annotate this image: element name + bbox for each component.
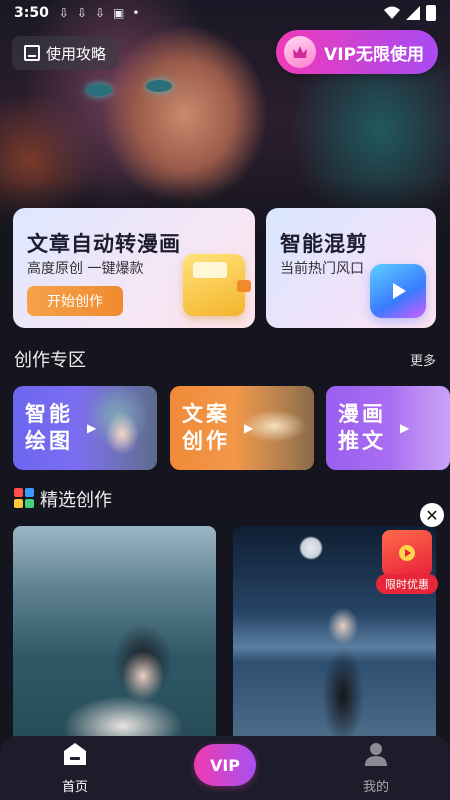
nav-home[interactable]: 首页 <box>35 736 115 800</box>
tile-smart-drawing[interactable]: 智能绘图 ▶ <box>13 386 157 470</box>
featured-title: 精选创作 <box>40 490 112 511</box>
status-time: 3:50 <box>14 5 49 21</box>
smart-remix-card[interactable]: 智能混剪 当前热门风口 <box>266 208 436 328</box>
home-icon <box>64 743 86 765</box>
grid-square <box>14 499 23 508</box>
grid-square <box>25 488 34 497</box>
wifi-icon <box>384 6 400 19</box>
card-title: 智能混剪 <box>280 232 368 256</box>
article-to-comic-card[interactable]: 文章自动转漫画 高度原创 一键爆款 开始创作 <box>13 208 255 328</box>
nav-mine[interactable]: 我的 <box>336 736 416 800</box>
notebook-icon <box>183 254 251 316</box>
download-icon: ⇩ <box>58 6 69 20</box>
tile-label: 文案创作 <box>182 402 230 453</box>
guide-label: 使用攻略 <box>46 44 107 63</box>
nav-vip-button[interactable]: VIP <box>194 744 256 786</box>
vip-unlimited-label: VIP无限使用 <box>324 44 424 65</box>
crown-icon <box>284 36 317 68</box>
app-screen: 3:50 ⇩ ⇩ ⇩ ▣ • 使用攻略 VIP无限使用 文章自动转漫画 高度原创… <box>0 0 450 800</box>
tile-copywriting[interactable]: 文案创作 ▶ <box>170 386 314 470</box>
grid-square <box>25 499 34 508</box>
card-subtitle: 高度原创 一键爆款 <box>27 261 144 277</box>
guide-button[interactable]: 使用攻略 <box>12 36 119 70</box>
font-icon: ▣ <box>113 6 125 20</box>
download-icon: ⇩ <box>94 6 106 20</box>
arrow-right-icon: ▶ <box>400 421 410 435</box>
more-link[interactable]: 更多 <box>410 350 436 369</box>
nav-mine-label: 我的 <box>362 780 389 795</box>
creation-zone-title: 创作专区 <box>14 350 86 371</box>
limited-offer-label: 限时优惠 <box>376 574 438 594</box>
arrow-right-icon: ▶ <box>244 421 254 435</box>
status-right <box>384 5 436 21</box>
play-video-icon <box>370 264 426 318</box>
hero-eye-left <box>86 84 112 96</box>
signal-icon <box>406 6 420 20</box>
tile-comic-promo[interactable]: 漫画推文 ▶ <box>326 386 450 470</box>
user-icon <box>365 743 387 766</box>
download-icon: ⇩ <box>76 6 87 20</box>
arrow-right-icon: ▶ <box>87 421 97 435</box>
limited-offer-badge[interactable]: 限时优惠 <box>376 530 438 594</box>
red-envelope-icon <box>382 530 432 576</box>
card-subtitle: 当前热门风口 <box>280 261 364 277</box>
dot-icon: • <box>132 6 140 20</box>
colorful-grid-icon <box>14 488 34 508</box>
featured-photo-underwater[interactable] <box>13 526 216 746</box>
nav-home-label: 首页 <box>61 780 88 795</box>
grid-square <box>14 488 23 497</box>
battery-icon <box>426 5 436 21</box>
card-title: 文章自动转漫画 <box>27 232 181 256</box>
tile-artwork <box>390 386 450 470</box>
start-creating-button[interactable]: 开始创作 <box>27 286 123 316</box>
vip-unlimited-button[interactable]: VIP无限使用 <box>276 30 438 74</box>
close-icon[interactable]: ✕ <box>420 503 444 527</box>
tile-label: 漫画推文 <box>338 402 386 453</box>
book-icon <box>24 45 40 61</box>
status-bar: 3:50 ⇩ ⇩ ⇩ ▣ • <box>0 0 450 26</box>
tile-label: 智能绘图 <box>25 402 73 453</box>
hero-eye-right <box>146 80 172 92</box>
